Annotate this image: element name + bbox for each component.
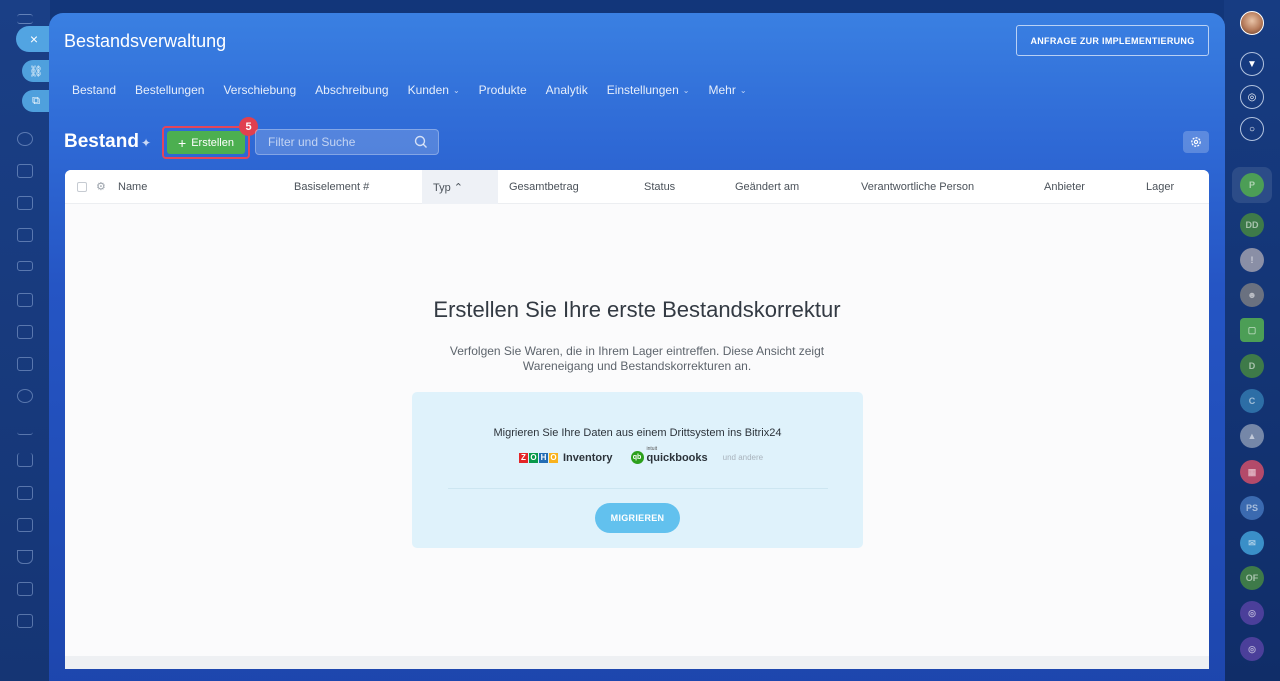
window-title: Bestandsverwaltung xyxy=(64,31,227,51)
chat-avatar-warning[interactable]: ! xyxy=(1240,248,1264,272)
migrate-button[interactable]: MIGRIEREN xyxy=(595,503,680,533)
hexagon-icon[interactable] xyxy=(17,132,33,146)
column-header-status[interactable]: Status xyxy=(644,181,675,193)
close-icon: × xyxy=(29,31,39,47)
nav-item-mehr[interactable]: Mehr ⌄ xyxy=(708,83,746,97)
empty-state-title: Erstellen Sie Ihre erste Bestandskorrekt… xyxy=(433,297,841,322)
nav-item-abschreibung[interactable]: Abschreibung xyxy=(315,83,388,97)
chat-avatar-dd[interactable]: DD xyxy=(1240,213,1264,237)
chat-avatar-card[interactable]: ▢ xyxy=(1240,318,1264,342)
bell-icon[interactable]: ▼ xyxy=(1240,52,1264,76)
copilot-icon[interactable]: ◎ xyxy=(1240,85,1264,109)
chat-avatar-ps[interactable]: PS xyxy=(1240,496,1264,520)
copy-icon[interactable] xyxy=(17,196,33,210)
presentation-icon[interactable] xyxy=(17,293,33,307)
column-header-verantwortliche-person[interactable]: Verantwortliche Person xyxy=(861,181,974,193)
chat-avatar-calendar[interactable]: ▦ xyxy=(1240,460,1264,484)
right-sidebar: ▼ ◎ ○ P DD ! ☻ ▢ D C ▲ ▦ PS ✉ OF ◎ ◎ xyxy=(1224,0,1280,681)
others-label: und andere xyxy=(722,453,764,462)
zoho-inventory-label: Inventory xyxy=(563,451,613,464)
chat-avatar-copilot[interactable]: ◎ xyxy=(1240,601,1264,625)
chat-avatar-c[interactable]: C xyxy=(1240,389,1264,413)
nav-item-bestellungen[interactable]: Bestellungen xyxy=(135,83,204,97)
search-input[interactable]: Filter und Suche xyxy=(255,129,439,155)
checkbox-icon[interactable] xyxy=(17,325,33,339)
inventory-table: ⚙ Name Basiselement # Typ ⌃ Gesamtbetrag… xyxy=(65,170,1209,669)
chat-avatar-education[interactable]: ▲ xyxy=(1240,424,1264,448)
mail-icon[interactable] xyxy=(17,357,33,371)
select-all-checkbox[interactable] xyxy=(77,182,87,192)
column-settings-icon[interactable]: ⚙ xyxy=(96,180,106,193)
file-icon[interactable] xyxy=(17,614,33,628)
card-icon[interactable] xyxy=(17,261,33,271)
column-header-name[interactable]: Name xyxy=(118,181,147,193)
close-slider-button[interactable]: × xyxy=(16,26,52,52)
column-header-anbieter[interactable]: Anbieter xyxy=(1044,181,1085,193)
chat-avatar-copilot-2[interactable]: ◎ xyxy=(1240,637,1264,661)
nav-item-einstellungen[interactable]: Einstellungen ⌄ xyxy=(607,83,690,97)
quickbooks-label: intuit quickbooks xyxy=(646,445,708,464)
chevron-down-icon: ⌄ xyxy=(739,85,747,95)
chat-avatar-d[interactable]: D xyxy=(1240,354,1264,378)
migration-title: Migrieren Sie Ihre Daten aus einem Dritt… xyxy=(493,427,782,439)
target-icon[interactable] xyxy=(17,389,33,403)
stack-icon[interactable] xyxy=(17,582,33,596)
menu-icon[interactable] xyxy=(17,14,33,24)
chat-avatar-message[interactable]: ✉ xyxy=(1240,531,1264,555)
plus-icon: + xyxy=(178,134,187,151)
cart-icon[interactable] xyxy=(17,453,33,467)
table-footer xyxy=(65,656,1209,669)
nav-item-produkte[interactable]: Produkte xyxy=(479,83,527,97)
divider xyxy=(448,488,828,489)
search-chat-icon[interactable]: ○ xyxy=(1240,117,1264,141)
pen-icon[interactable] xyxy=(17,421,33,435)
nav-item-bestand[interactable]: Bestand xyxy=(72,83,116,97)
pin-icon[interactable]: ✦ xyxy=(141,136,151,150)
filter-icon[interactable] xyxy=(17,550,33,564)
chevron-down-icon: ⌄ xyxy=(682,85,690,95)
create-button-highlight: + Erstellen xyxy=(162,126,250,159)
link-icon: ⛓ xyxy=(29,65,43,78)
chat-avatar-of[interactable]: OF xyxy=(1240,566,1264,590)
column-header-geaendert-am[interactable]: Geändert am xyxy=(735,181,799,193)
grid-icon[interactable] xyxy=(17,486,33,500)
settings-button[interactable] xyxy=(1183,131,1209,153)
gear-icon xyxy=(1191,137,1201,147)
implementation-request-button[interactable]: ANFRAGE ZUR IMPLEMENTIERUNG xyxy=(1016,25,1209,56)
page-title: Bestand xyxy=(64,131,139,152)
column-header-gesamtbetrag[interactable]: Gesamtbetrag xyxy=(509,181,579,193)
copy-link-button[interactable]: ⛓ xyxy=(22,60,50,82)
user-avatar[interactable] xyxy=(1240,11,1264,35)
column-header-basiselement[interactable]: Basiselement # xyxy=(294,181,369,193)
chat-icon[interactable] xyxy=(17,518,33,532)
calendar-icon[interactable] xyxy=(17,228,33,242)
chevron-down-icon: ⌄ xyxy=(452,85,460,95)
column-header-lager[interactable]: Lager xyxy=(1146,181,1174,193)
zoho-logo: Z O H O xyxy=(519,452,559,463)
top-navigation: Bestand Bestellungen Verschiebung Abschr… xyxy=(72,83,766,97)
document-icon[interactable] xyxy=(17,164,33,178)
table-header: ⚙ Name Basiselement # Typ ⌃ Gesamtbetrag… xyxy=(65,170,1209,204)
chat-avatar-person[interactable]: ☻ xyxy=(1240,283,1264,307)
inventory-panel: Bestandsverwaltung ANFRAGE ZUR IMPLEMENT… xyxy=(49,13,1225,681)
open-new-window-button[interactable]: ⧉ xyxy=(22,90,50,112)
empty-state-description: Verfolgen Sie Waren, die in Ihrem Lager … xyxy=(449,344,825,373)
chat-avatar-p[interactable]: P xyxy=(1240,173,1264,197)
migration-logos: Z O H O Inventory qb intuit quickbooks u… xyxy=(519,445,764,464)
create-button[interactable]: + Erstellen xyxy=(167,131,245,154)
nav-item-verschiebung[interactable]: Verschiebung xyxy=(223,83,296,97)
migration-panel: Migrieren Sie Ihre Daten aus einem Dritt… xyxy=(412,392,863,548)
search-icon xyxy=(414,135,427,148)
external-link-icon: ⧉ xyxy=(32,94,40,107)
quickbooks-icon: qb xyxy=(630,451,644,464)
column-header-typ[interactable]: Typ ⌃ xyxy=(433,181,463,194)
nav-item-analytik[interactable]: Analytik xyxy=(546,83,588,97)
nav-item-kunden[interactable]: Kunden ⌄ xyxy=(408,83,460,97)
